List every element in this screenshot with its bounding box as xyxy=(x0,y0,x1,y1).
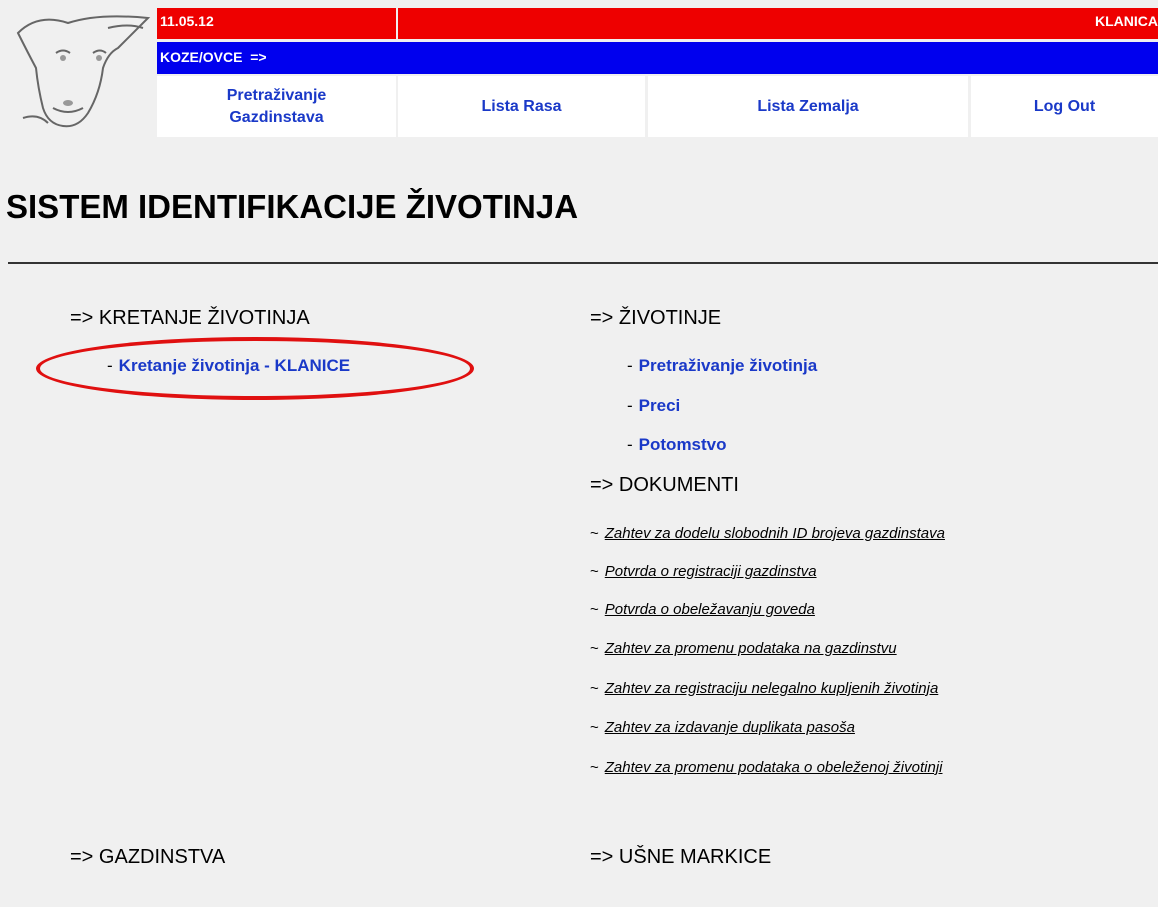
species-label[interactable]: KOZE/OVCE => xyxy=(160,49,267,65)
section-gazdinstva-title[interactable]: => GAZDINSTVA xyxy=(70,846,225,869)
tilde: ~ xyxy=(590,640,599,657)
link-offspring[interactable]: - Potomstvo xyxy=(627,435,727,455)
page-title: SISTEM IDENTIFIKACIJE ŽIVOTINJA xyxy=(6,188,579,225)
divider xyxy=(8,262,1158,264)
dash: - xyxy=(627,356,633,375)
tilde: ~ xyxy=(590,680,599,697)
link-ancestors[interactable]: - Preci xyxy=(627,396,680,416)
nav-countries-list[interactable]: Lista Zemalja xyxy=(648,76,968,137)
nav-search-farms[interactable]: Pretraživanje Gazdinstava xyxy=(157,76,396,137)
doc-link[interactable]: ~ Zahtev za promenu podataka na gazdinstv… xyxy=(590,640,897,657)
link-animal-search[interactable]: - Pretraživanje životinja xyxy=(627,356,817,376)
doc-link[interactable]: ~ Zahtev za izdavanje duplikata pasoša xyxy=(590,719,855,736)
doc-link-label[interactable]: Zahtev za registraciju nelegalno kupljen… xyxy=(605,680,939,697)
module-bar: KLANICA xyxy=(398,8,1158,39)
doc-link[interactable]: ~ Potvrda o obeležavanju goveda xyxy=(590,601,815,618)
nav-logout[interactable]: Log Out xyxy=(971,76,1158,137)
link-offspring-label[interactable]: Potomstvo xyxy=(639,435,727,454)
doc-link-label[interactable]: Zahtev za promenu podataka na gazdinstvu xyxy=(605,640,897,657)
section-zivotinje-title: => ŽIVOTINJE xyxy=(590,307,722,329)
doc-link-label[interactable]: Zahtev za izdavanje duplikata pasoša xyxy=(605,719,855,736)
nav-breeds-list[interactable]: Lista Rasa xyxy=(398,76,645,137)
nav-countries-list-label[interactable]: Lista Zemalja xyxy=(757,96,858,118)
nav-logout-label[interactable]: Log Out xyxy=(1034,96,1095,118)
highlight-ellipse xyxy=(36,337,474,400)
link-animal-search-label[interactable]: Pretraživanje životinja xyxy=(639,356,818,375)
link-ancestors-label[interactable]: Preci xyxy=(639,396,681,415)
date-label: 11.05.12 xyxy=(160,13,214,29)
tilde: ~ xyxy=(590,719,599,736)
doc-link-label[interactable]: Zahtev za promenu podataka o obeleženoj … xyxy=(605,759,943,776)
doc-link[interactable]: ~ Zahtev za dodelu slobodnih ID brojeva g… xyxy=(590,525,945,542)
doc-link-label[interactable]: Potvrda o obeležavanju goveda xyxy=(605,601,815,618)
tilde: ~ xyxy=(590,563,599,580)
tilde: ~ xyxy=(590,601,599,618)
doc-link-label[interactable]: Potvrda o registraciji gazdinstva xyxy=(605,563,817,580)
section-kretanje-title: => KRETANJE ŽIVOTINJA xyxy=(70,307,310,329)
section-dokumenti-title: => DOKUMENTI xyxy=(590,474,739,496)
tilde: ~ xyxy=(590,525,599,542)
doc-link-label[interactable]: Zahtev za dodelu slobodnih ID brojeva ga… xyxy=(605,525,945,542)
dash: - xyxy=(627,396,633,415)
doc-link[interactable]: ~ Zahtev za promenu podataka o obeleženoj… xyxy=(590,759,942,776)
doc-link[interactable]: ~ Zahtev za registraciju nelegalno kuplje… xyxy=(590,680,938,697)
doc-link[interactable]: ~ Potvrda o registraciji gazdinstva xyxy=(590,563,817,580)
cow-logo-icon xyxy=(8,8,154,133)
species-bar[interactable]: KOZE/OVCE => xyxy=(157,42,1158,74)
module-label: KLANICA xyxy=(1095,13,1158,29)
tilde: ~ xyxy=(590,759,599,776)
nav-breeds-list-label[interactable]: Lista Rasa xyxy=(481,96,561,118)
section-usne-markice-title[interactable]: => UŠNE MARKICE xyxy=(590,846,771,869)
dash: - xyxy=(627,435,633,454)
nav-search-farms-label[interactable]: Pretraživanje Gazdinstava xyxy=(227,85,327,129)
date-bar: 11.05.12 xyxy=(157,8,396,39)
